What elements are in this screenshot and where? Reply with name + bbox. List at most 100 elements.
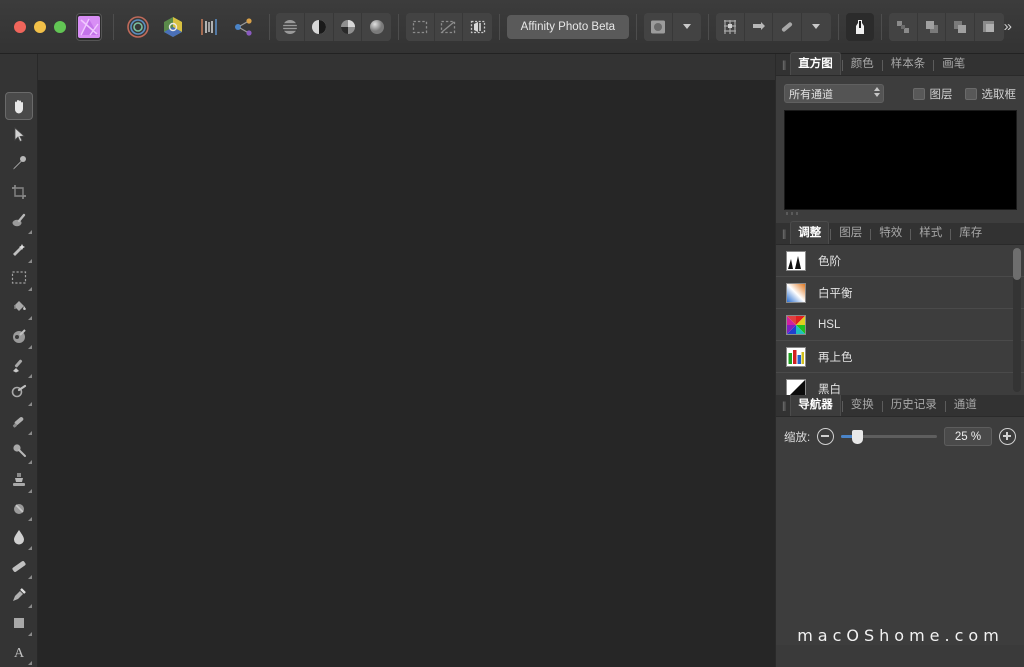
panel-grip-handle[interactable]: ||: [780, 60, 790, 75]
grid-snapping-icon[interactable]: [716, 13, 745, 41]
tool-flyout-indicator[interactable]: [28, 604, 32, 608]
tab-navigator[interactable]: 导航器: [790, 393, 841, 416]
tool-flyout-indicator[interactable]: [28, 287, 32, 291]
tool-flyout-indicator[interactable]: [28, 230, 32, 234]
tab-effects[interactable]: 特效: [872, 222, 909, 244]
eraser-tool[interactable]: [5, 552, 33, 580]
minimize-button[interactable]: [34, 21, 46, 33]
paint-brush-tool[interactable]: [5, 351, 33, 379]
tab-history[interactable]: 历史记录: [884, 394, 944, 416]
checkbox-layer[interactable]: 图层: [913, 86, 953, 102]
arrange-scatter-icon[interactable]: [889, 13, 918, 41]
tool-flyout-indicator[interactable]: [28, 345, 32, 349]
tab-histogram[interactable]: 直方图: [790, 52, 841, 75]
affinity-photo-icon[interactable]: [76, 13, 102, 41]
tab-transform[interactable]: 变换: [844, 394, 881, 416]
zoom-value-field[interactable]: 25 %: [944, 427, 992, 446]
tool-flyout-indicator[interactable]: [28, 374, 32, 378]
marquee-tool[interactable]: [5, 265, 33, 293]
pen-tool[interactable]: [5, 581, 33, 609]
photo-persona-icon[interactable]: [125, 12, 150, 42]
tool-flyout-indicator[interactable]: [28, 489, 32, 493]
document-canvas[interactable]: [38, 80, 775, 667]
tab-styles[interactable]: 样式: [912, 222, 949, 244]
adjustment-item-hsl[interactable]: HSL: [776, 309, 1024, 341]
adjustments-scrollbar-thumb[interactable]: [1013, 248, 1021, 280]
panel-grip-handle-3[interactable]: ||: [780, 401, 790, 416]
checkbox-layer-box[interactable]: [913, 88, 925, 100]
maximize-button[interactable]: [54, 21, 66, 33]
tool-flyout-indicator[interactable]: [28, 575, 32, 579]
stepper-arrows-icon[interactable]: [874, 87, 880, 97]
zoom-slider-knob[interactable]: [852, 430, 863, 444]
adjustment-item-levels[interactable]: 色阶: [776, 245, 1024, 277]
export-persona-icon[interactable]: [231, 12, 256, 42]
flood-fill-tool[interactable]: [5, 293, 33, 321]
plus-circle-icon[interactable]: [999, 428, 1016, 445]
smudge-tool[interactable]: [5, 437, 33, 465]
close-button[interactable]: [14, 21, 26, 33]
refine-selection-icon[interactable]: [463, 13, 492, 41]
selection-brush-tool[interactable]: [5, 236, 33, 264]
erase-brush-tool[interactable]: [5, 380, 33, 408]
paint-mixer-tool[interactable]: [5, 322, 33, 350]
dodge-burn-tool[interactable]: [5, 408, 33, 436]
document-title-button[interactable]: Affinity Photo Beta: [507, 15, 629, 39]
arrange-group-icon[interactable]: [975, 13, 1004, 41]
zoom-slider[interactable]: [841, 428, 937, 445]
marquee-dashed-icon[interactable]: [406, 13, 435, 41]
fill-shape-icon[interactable]: [644, 13, 673, 41]
tab-brushes[interactable]: 画笔: [935, 53, 972, 75]
tab-layers[interactable]: 图层: [832, 222, 869, 244]
tab-adjustments[interactable]: 调整: [790, 221, 829, 244]
adjustment-item-white-balance[interactable]: 白平衡: [776, 277, 1024, 309]
text-tool[interactable]: A: [5, 638, 33, 666]
tool-flyout-indicator[interactable]: [28, 431, 32, 435]
tab-channels[interactable]: 通道: [947, 394, 984, 416]
color-picker-tool[interactable]: [5, 150, 33, 178]
adjustments-scrollbar[interactable]: [1013, 248, 1021, 392]
pencil-dropdown-caret[interactable]: [802, 13, 831, 41]
arrange-back-icon[interactable]: [918, 13, 947, 41]
arrange-front-icon[interactable]: [946, 13, 975, 41]
move-arrow-icon[interactable]: [745, 13, 774, 41]
tab-stock[interactable]: 库存: [952, 222, 989, 244]
histogram-graph[interactable]: [784, 110, 1017, 210]
shape-dropdown-caret[interactable]: [673, 13, 702, 41]
adjustment-item-recolor[interactable]: 再上色: [776, 341, 1024, 373]
checkbox-selection[interactable]: 选取框: [965, 86, 1017, 102]
tool-flyout-indicator[interactable]: [28, 259, 32, 263]
ink-bottle-icon[interactable]: [846, 13, 875, 41]
blemish-removal-tool[interactable]: [5, 207, 33, 235]
clone-stamp-tool[interactable]: [5, 466, 33, 494]
panel-grip-handle-2[interactable]: ||: [780, 229, 790, 244]
tool-flyout-indicator[interactable]: [28, 546, 32, 550]
adjustment-item-black-white[interactable]: 黑白: [776, 373, 1024, 395]
tab-color[interactable]: 颜色: [844, 53, 881, 75]
pie-toggle-icon[interactable]: [334, 13, 363, 41]
tool-flyout-indicator[interactable]: [28, 460, 32, 464]
tool-flyout-indicator[interactable]: [28, 632, 32, 636]
tool-flyout-indicator[interactable]: [28, 316, 32, 320]
rectangle-tool[interactable]: [5, 610, 33, 638]
tab-swatches[interactable]: 样本条: [884, 53, 933, 75]
crop-tool[interactable]: [5, 178, 33, 206]
sphere-toggle-icon[interactable]: [362, 13, 391, 41]
liquify-persona-icon[interactable]: [196, 12, 221, 42]
pencil-icon[interactable]: [773, 13, 802, 41]
navigator-preview[interactable]: [776, 456, 1024, 566]
deselect-icon[interactable]: [435, 13, 464, 41]
tool-flyout-indicator[interactable]: [28, 517, 32, 521]
contrast-toggle-icon[interactable]: [305, 13, 334, 41]
toolbar-overflow-button[interactable]: »: [1004, 18, 1012, 35]
minus-circle-icon[interactable]: [817, 428, 834, 445]
tool-flyout-indicator[interactable]: [28, 402, 32, 406]
levels-toggle-icon[interactable]: [276, 13, 305, 41]
move-tool[interactable]: [5, 121, 33, 149]
channel-select[interactable]: 所有通道: [784, 84, 884, 103]
hand-tool[interactable]: [5, 92, 33, 120]
checkbox-selection-box[interactable]: [965, 88, 977, 100]
tool-flyout-indicator[interactable]: [28, 661, 32, 665]
develop-persona-icon[interactable]: [161, 12, 186, 42]
patch-tool[interactable]: [5, 495, 33, 523]
